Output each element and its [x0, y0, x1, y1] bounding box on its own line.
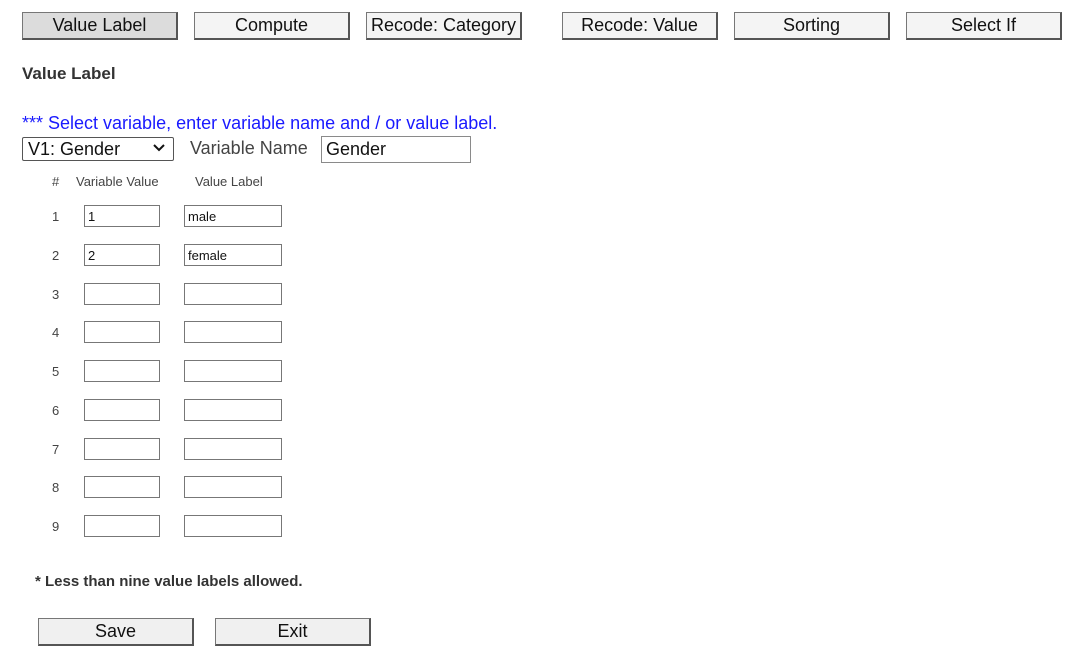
exit-button[interactable]: Exit	[215, 618, 371, 646]
value-label-input[interactable]	[184, 515, 282, 537]
value-label-input[interactable]	[184, 244, 282, 266]
save-button[interactable]: Save	[38, 618, 194, 646]
row-number: 7	[52, 442, 60, 457]
row-number: 2	[52, 248, 60, 263]
row-number: 6	[52, 403, 60, 418]
tab-select-if[interactable]: Select If	[906, 12, 1062, 40]
limit-note: * Less than nine value labels allowed.	[35, 573, 303, 590]
variable-value-input[interactable]	[84, 476, 160, 498]
value-label-input[interactable]	[184, 283, 282, 305]
column-header-number: #	[52, 174, 60, 189]
value-label-input[interactable]	[184, 476, 282, 498]
variable-value-input[interactable]	[84, 283, 160, 305]
tab-recode-value[interactable]: Recode: Value	[562, 12, 718, 40]
value-label-input[interactable]	[184, 399, 282, 421]
row-number: 9	[52, 519, 60, 534]
variable-value-input[interactable]	[84, 399, 160, 421]
variable-value-input[interactable]	[84, 360, 160, 382]
row-number: 4	[52, 325, 60, 340]
variable-value-input[interactable]	[84, 321, 160, 343]
variable-value-input[interactable]	[84, 205, 160, 227]
variable-select-value: V1: Gender	[28, 139, 121, 159]
row-number: 3	[52, 287, 60, 302]
tab-sorting[interactable]: Sorting	[734, 12, 890, 40]
tab-recode-category[interactable]: Recode: Category	[366, 12, 522, 40]
value-label-input[interactable]	[184, 438, 282, 460]
variable-name-label: Variable Name	[190, 138, 308, 158]
row-number: 8	[52, 480, 60, 495]
value-label-input[interactable]	[184, 360, 282, 382]
variable-value-input[interactable]	[84, 438, 160, 460]
value-label-input[interactable]	[184, 321, 282, 343]
variable-value-input[interactable]	[84, 515, 160, 537]
tab-compute[interactable]: Compute	[194, 12, 350, 40]
tab-value-label[interactable]: Value Label	[22, 12, 178, 40]
instruction-text: *** Select variable, enter variable name…	[22, 113, 498, 133]
section-title: Value Label	[22, 64, 116, 83]
tab-bar: Value Label Compute Recode: Category Rec…	[22, 12, 1062, 40]
variable-select[interactable]: V1: Gender	[22, 137, 174, 161]
variable-name-input[interactable]	[321, 136, 471, 163]
row-number: 1	[52, 209, 60, 224]
column-header-variable-value: Variable Value	[76, 174, 159, 189]
value-label-input[interactable]	[184, 205, 282, 227]
row-number: 5	[52, 364, 60, 379]
column-header-value-label: Value Label	[195, 174, 263, 189]
variable-value-input[interactable]	[84, 244, 160, 266]
chevron-down-icon	[153, 144, 165, 152]
